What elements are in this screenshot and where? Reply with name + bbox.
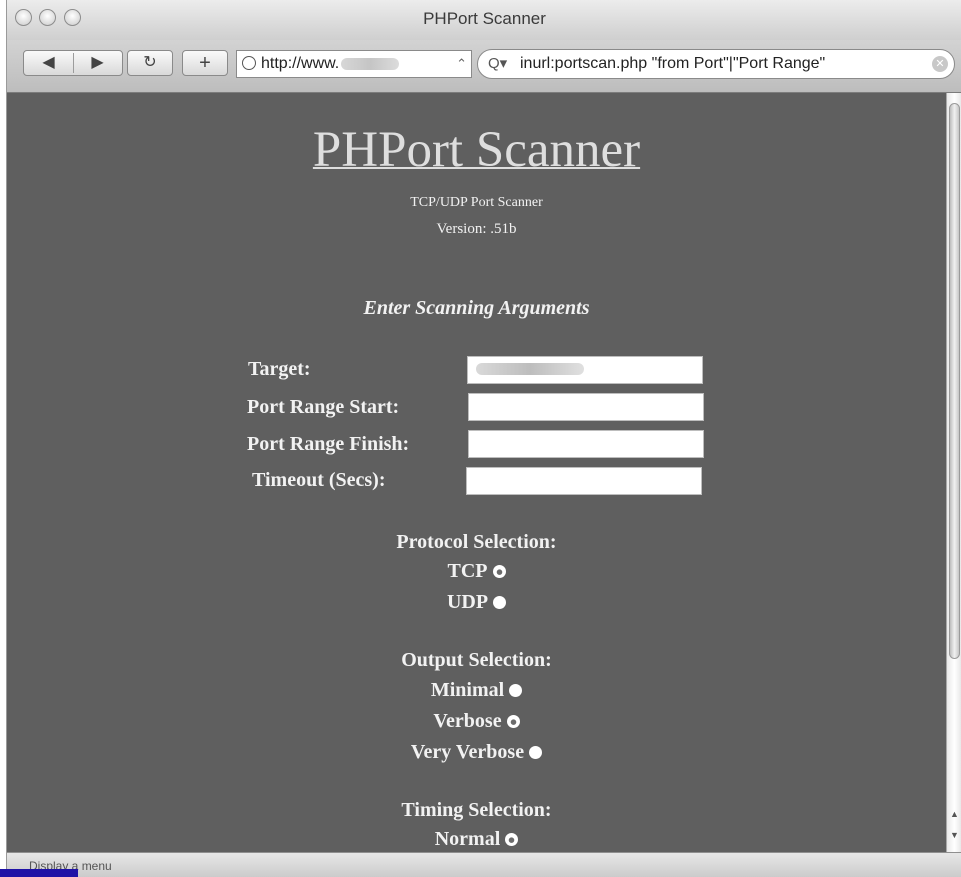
back-arrow-icon[interactable]: ◀ bbox=[24, 51, 73, 75]
target-redacted-value bbox=[476, 363, 584, 375]
window-title: PHPort Scanner bbox=[423, 9, 546, 28]
clear-icon[interactable]: ✕ bbox=[932, 56, 948, 72]
output-option-verbose[interactable]: Verbose bbox=[7, 710, 946, 733]
very-verbose-label: Very Verbose bbox=[410, 741, 525, 763]
back-forward-divider bbox=[73, 53, 74, 73]
version-label: Version: .51b bbox=[436, 221, 517, 237]
address-redacted bbox=[341, 57, 400, 70]
vertical-scrollbar[interactable]: ▲ ▼ bbox=[946, 93, 961, 852]
forward-arrow-icon[interactable]: ▶ bbox=[73, 51, 122, 75]
timing-heading: Timing Selection: bbox=[401, 799, 552, 821]
radio-button-icon[interactable] bbox=[492, 564, 506, 578]
page-subtitle: TCP/UDP Port Scanner bbox=[410, 195, 543, 210]
add-bookmark-button[interactable]: + bbox=[182, 50, 228, 76]
reload-button[interactable]: ↻ bbox=[127, 50, 173, 76]
target-input[interactable] bbox=[467, 356, 703, 384]
status-overlay-bar bbox=[0, 869, 78, 877]
reload-icon: ↻ bbox=[143, 54, 157, 71]
port-range-start-label: Port Range Start: bbox=[247, 396, 400, 418]
address-dropdown-icon[interactable]: ⌃ bbox=[456, 51, 467, 77]
normal-label: Normal bbox=[434, 828, 501, 850]
plus-icon: + bbox=[199, 52, 211, 74]
scroll-up-arrow-icon[interactable]: ▲ bbox=[950, 809, 959, 819]
search-field[interactable]: Q▾ inurl:portscan.php "from Port"|"Port … bbox=[477, 49, 955, 79]
protocol-option-tcp[interactable]: TCP bbox=[7, 560, 946, 583]
target-label: Target: bbox=[248, 358, 311, 380]
browser-toolbar: ◀ ▶ ↻ + http://www. ⌃ Q▾ inurl:portscan.p… bbox=[7, 40, 961, 93]
verbose-label: Verbose bbox=[433, 710, 502, 732]
radio-button-icon[interactable] bbox=[509, 683, 523, 697]
browser-window: PHPort Scanner ◀ ▶ ↻ + http://www. ⌃ Q▾ i… bbox=[6, 0, 961, 877]
status-bar: Display a menu bbox=[7, 852, 961, 877]
page-content: PHPort Scanner TCP/UDP Port Scanner Vers… bbox=[7, 93, 946, 852]
port-range-finish-input[interactable] bbox=[468, 430, 704, 458]
tcp-label: TCP bbox=[447, 560, 488, 582]
minimal-label: Minimal bbox=[430, 679, 505, 701]
search-query: inurl:portscan.php "from Port"|"Port Ran… bbox=[520, 55, 826, 72]
scrollbar-thumb[interactable] bbox=[949, 103, 960, 659]
protocol-option-udp[interactable]: UDP bbox=[7, 591, 946, 614]
output-option-very-verbose[interactable]: Very Verbose bbox=[7, 741, 946, 764]
timeout-label: Timeout (Secs): bbox=[252, 469, 386, 491]
port-range-start-input[interactable] bbox=[468, 393, 704, 421]
arguments-heading: Enter Scanning Arguments bbox=[363, 297, 590, 319]
address-bar[interactable]: http://www. ⌃ bbox=[236, 50, 472, 78]
magnifier-icon[interactable]: Q▾ bbox=[488, 50, 507, 78]
scroll-down-arrow-icon[interactable]: ▼ bbox=[950, 830, 959, 840]
title-bar: PHPort Scanner bbox=[7, 0, 961, 40]
radio-button-icon[interactable] bbox=[505, 832, 519, 846]
udp-label: UDP bbox=[446, 591, 489, 613]
port-range-finish-label: Port Range Finish: bbox=[247, 433, 410, 455]
radio-button-icon[interactable] bbox=[493, 595, 507, 609]
protocol-heading: Protocol Selection: bbox=[396, 531, 557, 553]
output-option-minimal[interactable]: Minimal bbox=[7, 679, 946, 702]
timeout-input[interactable] bbox=[466, 467, 702, 495]
radio-button-icon[interactable] bbox=[506, 714, 520, 728]
page-title[interactable]: PHPort Scanner bbox=[7, 121, 946, 179]
back-forward-control: ◀ ▶ bbox=[23, 50, 123, 76]
radio-button-icon[interactable] bbox=[529, 745, 543, 759]
address-text: http://www. bbox=[261, 55, 340, 72]
output-heading: Output Selection: bbox=[401, 649, 552, 671]
timing-option-normal[interactable]: Normal bbox=[7, 828, 946, 851]
globe-icon bbox=[242, 56, 256, 70]
